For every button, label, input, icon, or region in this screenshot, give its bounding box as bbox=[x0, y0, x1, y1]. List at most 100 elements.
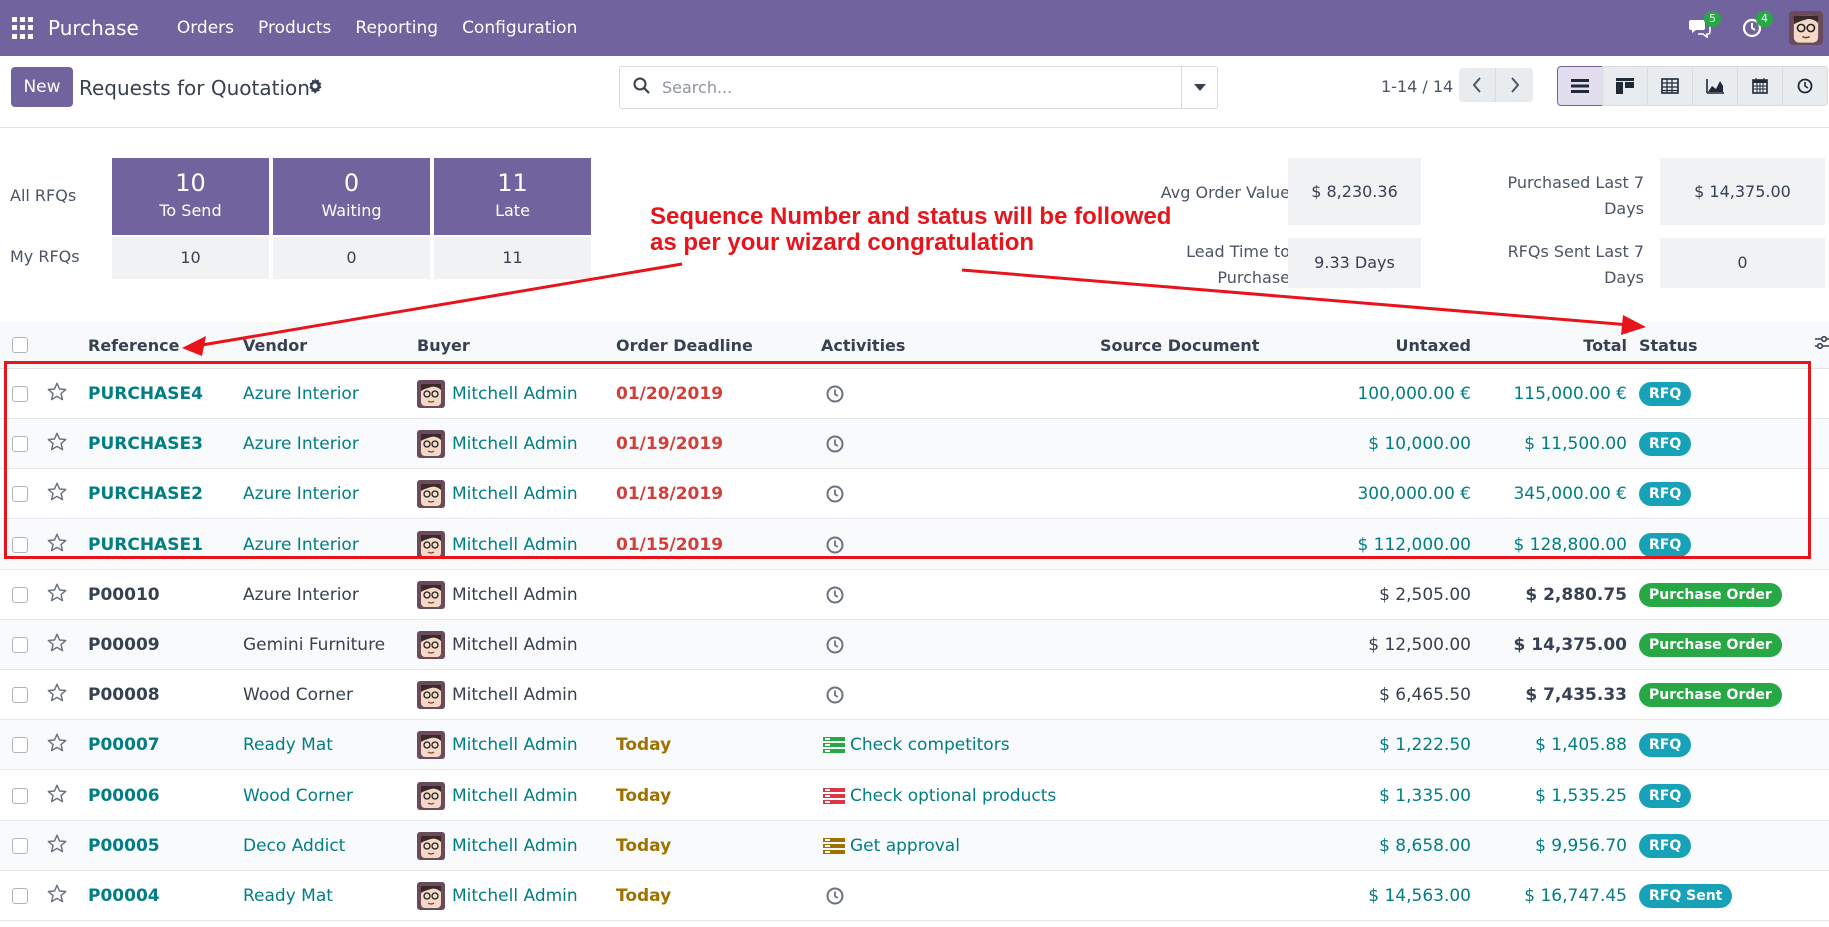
user-avatar[interactable] bbox=[1789, 11, 1823, 45]
cell-buyer[interactable]: Mitchell Admin bbox=[452, 735, 578, 755]
search-options-toggle[interactable] bbox=[1181, 67, 1217, 108]
cell-vendor[interactable]: Azure Interior bbox=[243, 484, 359, 504]
row-checkbox[interactable] bbox=[12, 888, 28, 904]
star-icon[interactable] bbox=[46, 732, 68, 759]
table-row[interactable]: P00008 Wood Corner Mitchell Admin $ 6,465.5… bbox=[0, 670, 1829, 721]
cell-vendor[interactable]: Wood Corner bbox=[243, 786, 353, 806]
pivot-view-button[interactable] bbox=[1647, 66, 1693, 106]
table-row[interactable]: P00005 Deco Addict Mitchell Admin Today Get … bbox=[0, 820, 1829, 871]
cell-buyer[interactable]: Mitchell Admin bbox=[452, 635, 578, 655]
cell-buyer[interactable]: Mitchell Admin bbox=[452, 886, 578, 906]
kanban-view-button[interactable] bbox=[1602, 66, 1648, 106]
activity-summary[interactable]: Check competitors bbox=[850, 735, 1010, 755]
header-buyer[interactable]: Buyer bbox=[417, 336, 470, 355]
activity-view-button[interactable] bbox=[1782, 66, 1828, 106]
row-checkbox[interactable] bbox=[12, 737, 28, 754]
table-row[interactable]: P00004 Ready Mat Mitchell Admin Today $ 14,5… bbox=[0, 871, 1829, 921]
menu-orders[interactable]: Orders bbox=[165, 18, 246, 38]
graph-view-button[interactable] bbox=[1692, 66, 1738, 106]
header-vendor[interactable]: Vendor bbox=[243, 336, 307, 355]
row-checkbox[interactable] bbox=[12, 787, 28, 804]
menu-reporting[interactable]: Reporting bbox=[343, 18, 450, 38]
star-icon[interactable] bbox=[46, 381, 68, 408]
my-to-send[interactable]: 10 bbox=[112, 237, 269, 279]
table-row[interactable]: P00006 Wood Corner Mitchell Admin Today Chec… bbox=[0, 771, 1829, 821]
activity-clock-icon[interactable]: 4 bbox=[1737, 11, 1773, 43]
star-icon[interactable] bbox=[46, 833, 68, 860]
cell-reference[interactable]: P00009 bbox=[88, 635, 160, 655]
table-row[interactable]: P00007 Ready Mat Mitchell Admin Today Check … bbox=[0, 720, 1829, 771]
cell-vendor[interactable]: Wood Corner bbox=[243, 685, 353, 705]
cell-buyer[interactable]: Mitchell Admin bbox=[452, 585, 578, 605]
header-activities[interactable]: Activities bbox=[821, 336, 905, 355]
row-checkbox[interactable] bbox=[12, 637, 28, 653]
cell-reference[interactable]: PURCHASE4 bbox=[88, 384, 203, 404]
cell-reference[interactable]: P00006 bbox=[88, 786, 160, 806]
row-checkbox[interactable] bbox=[12, 687, 28, 704]
cell-vendor[interactable]: Azure Interior bbox=[243, 535, 359, 555]
cell-vendor[interactable]: Gemini Furniture bbox=[243, 635, 385, 655]
row-checkbox[interactable] bbox=[12, 837, 28, 854]
clock-icon[interactable] bbox=[825, 685, 845, 710]
star-icon[interactable] bbox=[46, 682, 68, 709]
cell-reference[interactable]: P00005 bbox=[88, 836, 160, 856]
star-icon[interactable] bbox=[46, 783, 68, 810]
header-source-document[interactable]: Source Document bbox=[1100, 336, 1259, 355]
star-icon[interactable] bbox=[46, 481, 68, 508]
column-settings-icon[interactable] bbox=[1815, 335, 1829, 356]
cell-vendor[interactable]: Deco Addict bbox=[243, 836, 345, 856]
cell-reference[interactable]: PURCHASE3 bbox=[88, 434, 203, 454]
new-button[interactable]: New bbox=[11, 67, 73, 107]
cell-vendor[interactable]: Ready Mat bbox=[243, 735, 333, 755]
star-icon[interactable] bbox=[46, 431, 68, 458]
table-row[interactable]: PURCHASE4 Azure Interior Mitchell Admin 01/… bbox=[0, 369, 1829, 419]
cell-buyer[interactable]: Mitchell Admin bbox=[452, 434, 578, 454]
header-status[interactable]: Status bbox=[1639, 336, 1698, 355]
cell-buyer[interactable]: Mitchell Admin bbox=[452, 786, 578, 806]
search-input[interactable] bbox=[662, 67, 1181, 108]
header-total[interactable]: Total bbox=[1480, 336, 1627, 355]
my-waiting[interactable]: 0 bbox=[273, 237, 430, 279]
star-icon[interactable] bbox=[46, 632, 68, 659]
cell-reference[interactable]: P00004 bbox=[88, 886, 160, 906]
cell-reference[interactable]: P00007 bbox=[88, 735, 160, 755]
table-row[interactable]: PURCHASE1 Azure Interior Mitchell Admin 01/… bbox=[0, 519, 1829, 570]
cell-buyer[interactable]: Mitchell Admin bbox=[452, 384, 578, 404]
cell-buyer[interactable]: Mitchell Admin bbox=[452, 484, 578, 504]
table-row[interactable]: P00009 Gemini Furniture Mitchell Admin $ 12… bbox=[0, 620, 1829, 670]
clock-icon[interactable] bbox=[825, 434, 845, 459]
star-icon[interactable] bbox=[46, 582, 68, 609]
table-row[interactable]: PURCHASE2 Azure Interior Mitchell Admin 01/… bbox=[0, 469, 1829, 520]
activity-summary[interactable]: Check optional products bbox=[850, 786, 1056, 806]
calendar-view-button[interactable] bbox=[1737, 66, 1783, 106]
row-checkbox[interactable] bbox=[12, 486, 28, 503]
cell-reference[interactable]: PURCHASE1 bbox=[88, 535, 203, 555]
row-checkbox[interactable] bbox=[12, 536, 28, 553]
cell-buyer[interactable]: Mitchell Admin bbox=[452, 685, 578, 705]
clock-icon[interactable] bbox=[825, 886, 845, 911]
activity-summary[interactable]: Get approval bbox=[850, 836, 960, 856]
tile-to-send[interactable]: 10 To Send bbox=[112, 158, 269, 235]
clock-icon[interactable] bbox=[825, 635, 845, 660]
star-icon[interactable] bbox=[46, 883, 68, 910]
cell-reference[interactable]: P00010 bbox=[88, 585, 160, 605]
pager-next-button[interactable] bbox=[1496, 68, 1533, 102]
header-untaxed[interactable]: Untaxed bbox=[1300, 336, 1471, 355]
cell-vendor[interactable]: Azure Interior bbox=[243, 434, 359, 454]
pager-previous-button[interactable] bbox=[1459, 68, 1496, 102]
menu-configuration[interactable]: Configuration bbox=[450, 18, 589, 38]
header-reference[interactable]: Reference bbox=[88, 336, 179, 355]
my-late[interactable]: 11 bbox=[434, 237, 591, 279]
list-view-button[interactable] bbox=[1557, 66, 1603, 106]
cell-vendor[interactable]: Azure Interior bbox=[243, 384, 359, 404]
clock-icon[interactable] bbox=[825, 585, 845, 610]
table-row[interactable]: P00010 Azure Interior Mitchell Admin $ 2,50… bbox=[0, 570, 1829, 620]
apps-grid-icon[interactable] bbox=[12, 17, 34, 39]
clock-icon[interactable] bbox=[825, 535, 845, 560]
clock-icon[interactable] bbox=[825, 384, 845, 409]
star-icon[interactable] bbox=[46, 532, 68, 559]
pager-value[interactable]: 1-14 / 14 bbox=[1381, 77, 1453, 96]
row-checkbox[interactable] bbox=[12, 386, 28, 402]
header-order-deadline[interactable]: Order Deadline bbox=[616, 336, 753, 355]
gear-icon[interactable] bbox=[307, 78, 323, 99]
